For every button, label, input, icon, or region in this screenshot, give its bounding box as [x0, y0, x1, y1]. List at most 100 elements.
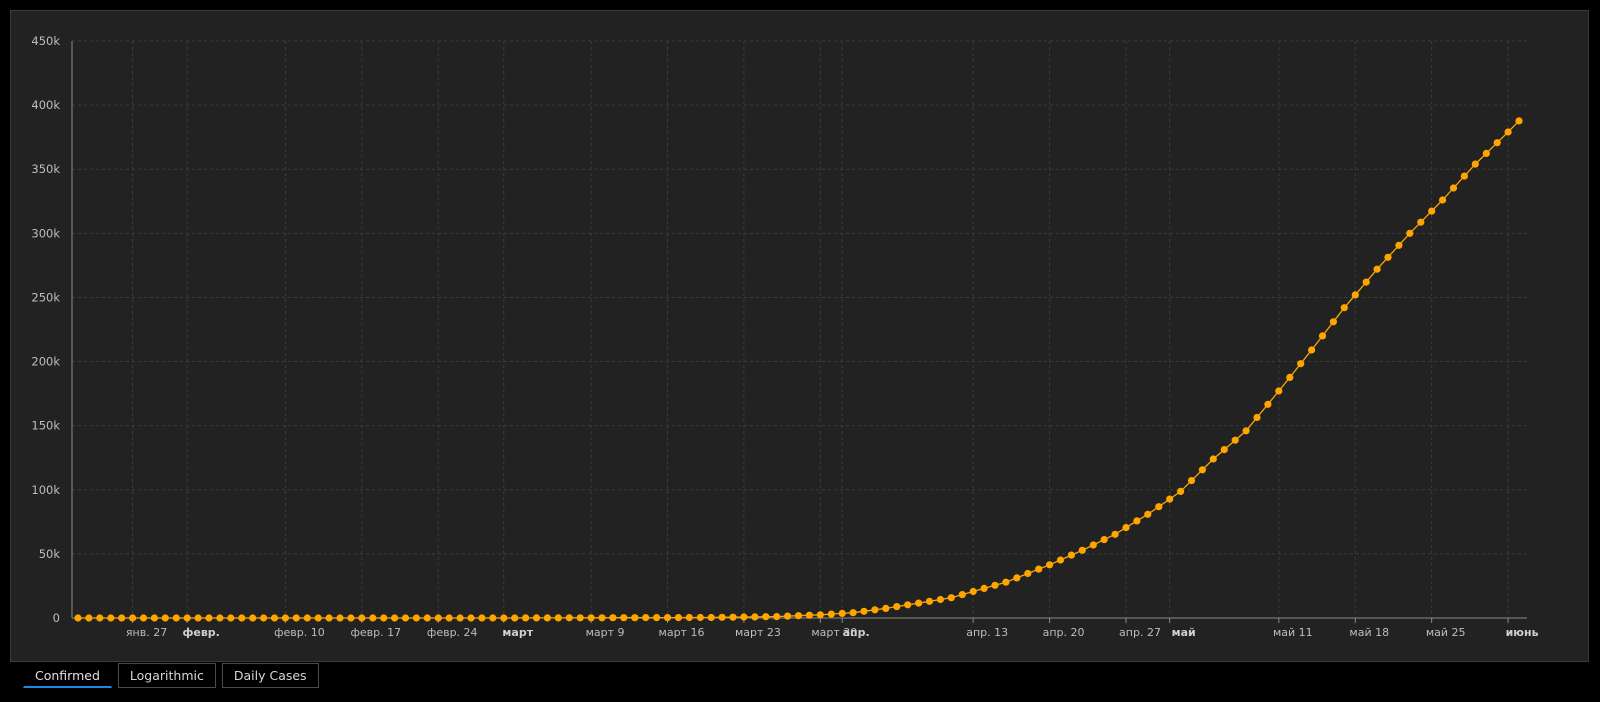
data-point — [1417, 218, 1425, 226]
data-point — [1428, 207, 1436, 215]
data-point — [1056, 556, 1065, 564]
data-point — [336, 614, 344, 622]
data-point — [380, 614, 388, 622]
data-point — [620, 614, 628, 622]
data-point — [1024, 569, 1032, 578]
data-point — [816, 611, 824, 619]
data-point — [270, 614, 279, 622]
data-point — [1449, 184, 1458, 192]
data-point — [915, 599, 923, 607]
data-point — [707, 613, 715, 622]
data-point — [129, 614, 137, 622]
data-point — [511, 614, 519, 622]
data-point — [762, 613, 770, 621]
y-tick-label: 300k — [31, 226, 60, 240]
data-point — [292, 614, 300, 622]
data-point — [522, 614, 530, 622]
data-point — [1439, 196, 1447, 204]
data-point — [838, 609, 846, 618]
data-point — [489, 614, 497, 622]
data-point — [751, 613, 759, 621]
data-point — [467, 614, 475, 622]
data-point — [172, 614, 180, 622]
data-point — [947, 594, 955, 602]
data-point — [598, 614, 606, 622]
data-point — [631, 614, 639, 622]
x-tick-label: февр. — [182, 626, 219, 639]
data-point — [1100, 536, 1108, 544]
data-point — [260, 614, 268, 622]
series-line — [78, 120, 1520, 619]
tab-confirmed[interactable]: Confirmed — [23, 663, 112, 688]
x-tick-label: май 25 — [1426, 626, 1466, 639]
data-point — [1035, 565, 1043, 573]
data-point — [991, 581, 999, 589]
tab-daily-cases[interactable]: Daily Cases — [221, 663, 319, 688]
data-point — [565, 614, 573, 622]
data-point — [543, 614, 552, 622]
data-point — [882, 604, 890, 613]
data-point — [587, 614, 595, 622]
data-point — [1318, 332, 1327, 340]
data-point — [925, 597, 934, 605]
data-point — [227, 614, 235, 622]
data-point — [663, 614, 672, 622]
data-point — [500, 614, 508, 622]
data-point — [358, 614, 366, 622]
x-tick-label: февр. 17 — [351, 626, 402, 639]
data-point — [554, 614, 562, 622]
tab-logarithmic[interactable]: Logarithmic — [117, 663, 216, 688]
x-tick-label: июнь — [1506, 626, 1539, 639]
x-tick-label: март — [502, 626, 533, 639]
data-point — [805, 611, 814, 619]
data-point — [1362, 278, 1370, 286]
data-point — [369, 614, 377, 622]
data-point — [325, 614, 333, 622]
data-point — [1166, 495, 1174, 503]
data-point — [1046, 561, 1054, 569]
data-point — [194, 614, 202, 622]
data-point — [401, 614, 410, 622]
data-point — [1406, 229, 1414, 237]
x-tick-label: янв. 27 — [126, 626, 167, 639]
y-tick-label: 0 — [53, 611, 60, 625]
x-tick-label: апр. 20 — [1043, 626, 1085, 639]
data-point — [893, 603, 901, 611]
data-point — [139, 614, 148, 622]
data-point — [1351, 291, 1359, 299]
data-point — [96, 614, 104, 622]
data-point — [1373, 265, 1381, 273]
data-point — [1111, 530, 1119, 538]
x-tick-label: май 18 — [1349, 626, 1389, 639]
data-point — [1187, 477, 1196, 485]
x-tick-label: февр. 24 — [427, 626, 478, 639]
data-point — [904, 601, 912, 609]
y-tick-label: 250k — [31, 290, 60, 304]
data-point — [281, 614, 289, 622]
data-point — [1253, 413, 1261, 422]
data-point — [980, 584, 988, 593]
x-tick-label: апр. 27 — [1119, 626, 1161, 639]
data-point — [740, 613, 748, 621]
data-point — [85, 614, 93, 622]
data-point — [860, 607, 868, 615]
y-tick-label: 100k — [31, 483, 60, 497]
x-tick-label: март 16 — [659, 626, 705, 639]
data-point — [1155, 503, 1163, 511]
data-point — [74, 614, 82, 622]
data-point — [849, 609, 857, 617]
data-point — [1002, 578, 1010, 586]
data-point — [423, 614, 431, 622]
data-point — [456, 614, 464, 622]
data-point — [1242, 427, 1250, 435]
data-point — [1493, 139, 1501, 147]
data-point — [1209, 455, 1217, 463]
data-point — [653, 614, 661, 622]
data-point — [107, 614, 115, 622]
data-point — [1482, 149, 1490, 157]
data-point — [238, 614, 246, 622]
data-point — [1013, 574, 1021, 582]
y-tick-label: 200k — [31, 355, 60, 369]
data-point — [784, 612, 792, 620]
data-point — [249, 614, 257, 622]
